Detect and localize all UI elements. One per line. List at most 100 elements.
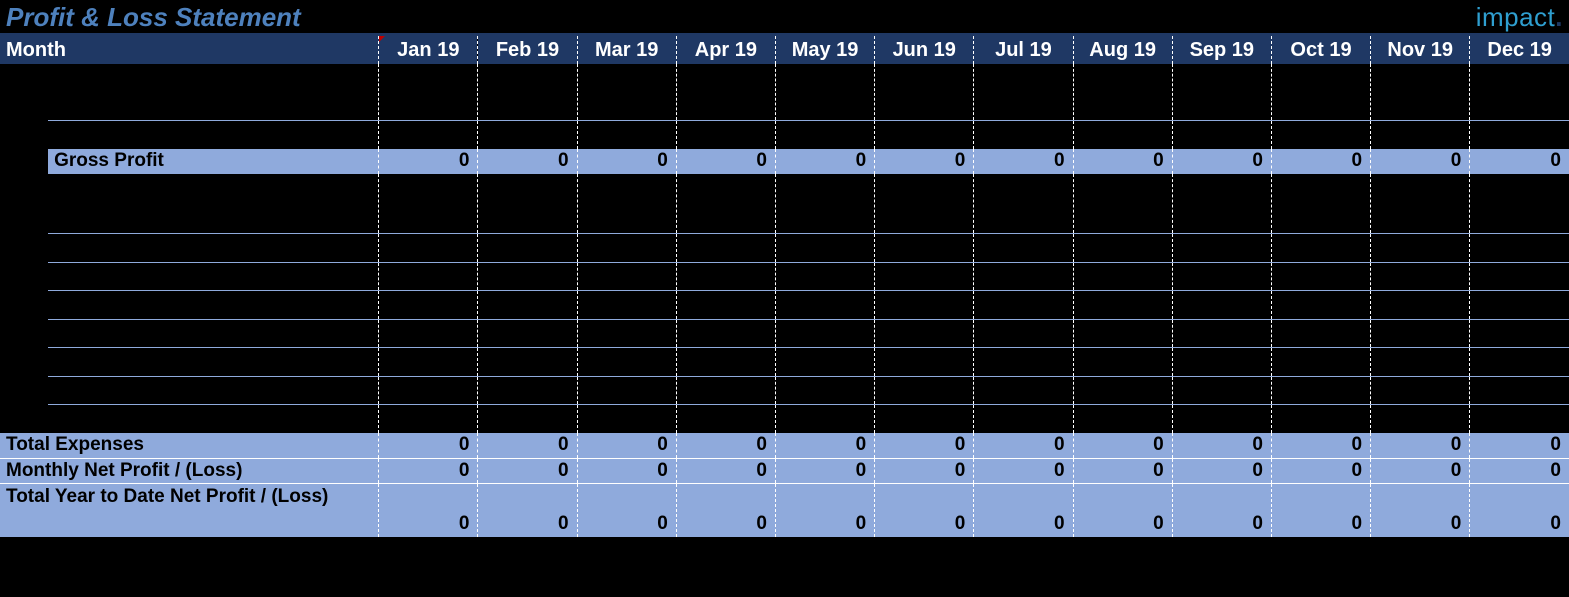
header-month-jun[interactable]: Jun 19: [875, 36, 974, 64]
blank-cell[interactable]: [478, 234, 577, 262]
header-month-jan[interactable]: Jan 19: [379, 36, 478, 64]
blank-cell[interactable]: [1271, 234, 1370, 262]
blank-cell[interactable]: [48, 64, 379, 120]
blank-cell[interactable]: [1271, 291, 1370, 319]
total-expenses-val[interactable]: 0: [478, 433, 577, 458]
blank-cell[interactable]: [676, 234, 775, 262]
blank-cell[interactable]: [775, 234, 874, 262]
blank-cell[interactable]: [1073, 405, 1172, 433]
total-expenses-val[interactable]: 0: [775, 433, 874, 458]
blank-cell[interactable]: [1172, 377, 1271, 405]
blank-cell[interactable]: [1470, 174, 1569, 234]
blank-cell[interactable]: [48, 121, 379, 149]
blank-cell[interactable]: [775, 377, 874, 405]
blank-cell[interactable]: [577, 64, 676, 120]
blank-cell[interactable]: [775, 291, 874, 319]
total-expenses-val[interactable]: 0: [1371, 433, 1470, 458]
blank-cell[interactable]: [974, 348, 1073, 376]
blank-cell[interactable]: [1271, 348, 1370, 376]
blank-cell[interactable]: [1073, 377, 1172, 405]
blank-cell[interactable]: [676, 405, 775, 433]
total-expenses-val[interactable]: 0: [577, 433, 676, 458]
monthly-net-val[interactable]: 0: [1271, 458, 1370, 483]
blank-cell[interactable]: [1073, 234, 1172, 262]
blank-cell[interactable]: [875, 234, 974, 262]
blank-cell[interactable]: [379, 377, 478, 405]
blank-cell[interactable]: [1470, 263, 1569, 291]
blank-cell[interactable]: [1073, 291, 1172, 319]
blank-cell[interactable]: [48, 174, 379, 234]
blank-cell[interactable]: [1371, 348, 1470, 376]
blank-cell[interactable]: [1371, 121, 1470, 149]
ytd-net-val[interactable]: 0: [676, 483, 775, 537]
blank-cell[interactable]: [875, 348, 974, 376]
blank-cell[interactable]: [48, 348, 379, 376]
blank-cell[interactable]: [48, 377, 379, 405]
blank-cell[interactable]: [1271, 174, 1370, 234]
blank-cell[interactable]: [1172, 64, 1271, 120]
blank-cell[interactable]: [478, 291, 577, 319]
blank-cell[interactable]: [1371, 174, 1470, 234]
gross-profit-val[interactable]: 0: [478, 149, 577, 174]
blank-cell[interactable]: [1073, 263, 1172, 291]
header-month-apr[interactable]: Apr 19: [676, 36, 775, 64]
total-expenses-label[interactable]: Total Expenses: [0, 433, 379, 458]
blank-cell[interactable]: [478, 64, 577, 120]
blank-cell[interactable]: [48, 320, 379, 348]
blank-cell[interactable]: [875, 320, 974, 348]
gross-profit-label[interactable]: Gross Profit: [48, 149, 379, 174]
gross-profit-val[interactable]: 0: [1172, 149, 1271, 174]
total-expenses-val[interactable]: 0: [1470, 433, 1569, 458]
blank-cell[interactable]: [1271, 377, 1370, 405]
total-expenses-val[interactable]: 0: [676, 433, 775, 458]
header-month-may[interactable]: May 19: [775, 36, 874, 64]
blank-cell[interactable]: [1470, 64, 1569, 120]
monthly-net-val[interactable]: 0: [676, 458, 775, 483]
blank-cell[interactable]: [1371, 64, 1470, 120]
blank-cell[interactable]: [974, 174, 1073, 234]
blank-cell[interactable]: [1470, 320, 1569, 348]
total-expenses-val[interactable]: 0: [875, 433, 974, 458]
blank-cell[interactable]: [1371, 291, 1470, 319]
blank-cell[interactable]: [974, 263, 1073, 291]
gross-profit-val[interactable]: 0: [379, 149, 478, 174]
blank-cell[interactable]: [875, 263, 974, 291]
monthly-net-val[interactable]: 0: [1172, 458, 1271, 483]
blank-cell[interactable]: [478, 348, 577, 376]
gross-profit-val[interactable]: 0: [1271, 149, 1370, 174]
header-month-aug[interactable]: Aug 19: [1073, 36, 1172, 64]
monthly-net-val[interactable]: 0: [1073, 458, 1172, 483]
blank-cell[interactable]: [1172, 263, 1271, 291]
ytd-net-val[interactable]: 0: [875, 483, 974, 537]
blank-cell[interactable]: [379, 234, 478, 262]
blank-cell[interactable]: [1470, 348, 1569, 376]
gross-profit-val[interactable]: 0: [1073, 149, 1172, 174]
blank-cell[interactable]: [775, 348, 874, 376]
blank-cell[interactable]: [1371, 263, 1470, 291]
blank-cell[interactable]: [974, 64, 1073, 120]
blank-cell[interactable]: [676, 291, 775, 319]
blank-cell[interactable]: [974, 291, 1073, 319]
total-expenses-val[interactable]: 0: [1172, 433, 1271, 458]
blank-cell[interactable]: [478, 377, 577, 405]
blank-cell[interactable]: [577, 263, 676, 291]
blank-cell[interactable]: [379, 121, 478, 149]
monthly-net-val[interactable]: 0: [478, 458, 577, 483]
blank-cell[interactable]: [1271, 121, 1370, 149]
blank-cell[interactable]: [875, 174, 974, 234]
monthly-net-val[interactable]: 0: [875, 458, 974, 483]
blank-cell[interactable]: [974, 121, 1073, 149]
blank-cell[interactable]: [1172, 174, 1271, 234]
blank-cell[interactable]: [875, 291, 974, 319]
blank-cell[interactable]: [676, 377, 775, 405]
blank-cell[interactable]: [1371, 234, 1470, 262]
ytd-net-val[interactable]: 0: [775, 483, 874, 537]
ytd-net-label[interactable]: Total Year to Date Net Profit / (Loss): [0, 483, 379, 537]
blank-cell[interactable]: [577, 405, 676, 433]
blank-cell[interactable]: [48, 234, 379, 262]
header-month-jul[interactable]: Jul 19: [974, 36, 1073, 64]
gross-profit-val[interactable]: 0: [775, 149, 874, 174]
header-month-dec[interactable]: Dec 19: [1470, 36, 1569, 64]
gross-profit-val[interactable]: 0: [1371, 149, 1470, 174]
ytd-net-val[interactable]: 0: [1470, 483, 1569, 537]
